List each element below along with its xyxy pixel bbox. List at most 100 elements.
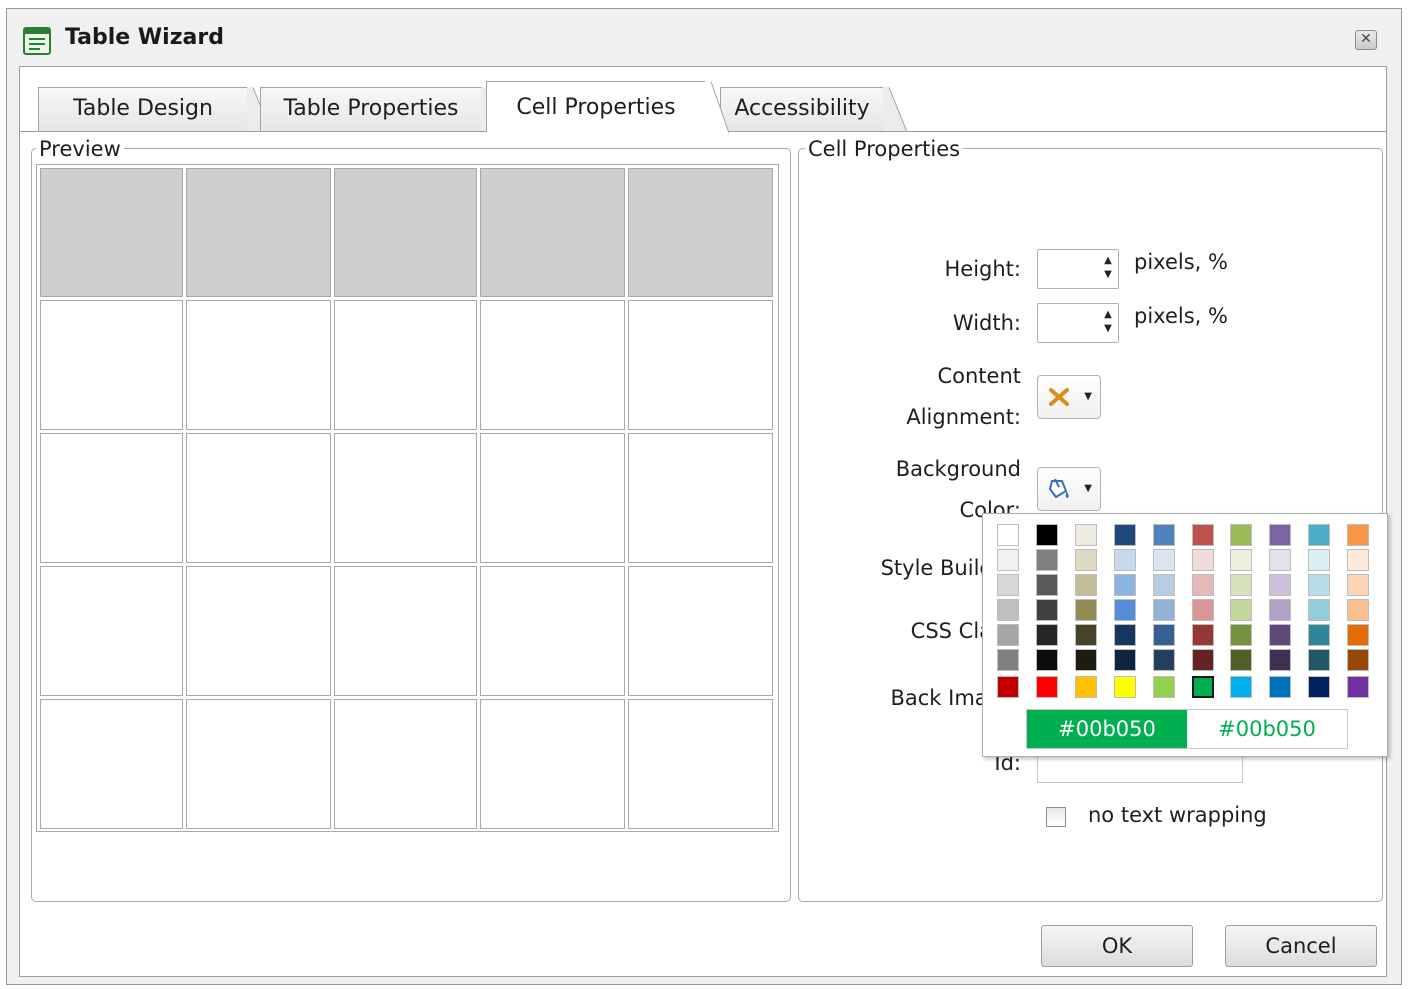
- height-label: Height:: [944, 257, 1022, 281]
- color-swatch[interactable]: [1308, 524, 1330, 546]
- color-swatch[interactable]: [997, 599, 1019, 621]
- color-swatch[interactable]: [1036, 574, 1058, 596]
- tab-accessibility[interactable]: Accessibility: [720, 87, 907, 132]
- color-swatch[interactable]: [1347, 574, 1369, 596]
- color-swatch[interactable]: [1230, 624, 1252, 646]
- color-swatch[interactable]: [1347, 649, 1369, 671]
- color-swatch[interactable]: [1192, 599, 1214, 621]
- tab-table-properties[interactable]: Table Properties: [260, 87, 505, 132]
- content-alignment-dropdown[interactable]: ▼: [1037, 375, 1101, 419]
- color-swatch[interactable]: [1114, 624, 1136, 646]
- color-swatch[interactable]: [1347, 599, 1369, 621]
- height-input[interactable]: ▲ ▼: [1037, 249, 1119, 289]
- color-swatch[interactable]: [1269, 524, 1291, 546]
- selected-color-display: #00b050 #00b050: [1026, 709, 1348, 749]
- standard-color-swatch[interactable]: [1153, 676, 1175, 698]
- color-swatch[interactable]: [1308, 549, 1330, 571]
- color-swatch[interactable]: [1075, 624, 1097, 646]
- color-swatch[interactable]: [1230, 574, 1252, 596]
- cancel-button[interactable]: Cancel: [1225, 925, 1377, 967]
- color-swatch[interactable]: [1075, 649, 1097, 671]
- color-swatch[interactable]: [1153, 649, 1175, 671]
- no-text-wrapping-checkbox[interactable]: [1046, 807, 1066, 827]
- no-text-wrapping-label: no text wrapping: [1088, 803, 1267, 827]
- color-swatch[interactable]: [1347, 524, 1369, 546]
- height-spin-arrows[interactable]: ▲ ▼: [1102, 254, 1114, 282]
- color-swatch[interactable]: [1308, 599, 1330, 621]
- color-swatch[interactable]: [1153, 624, 1175, 646]
- color-swatch[interactable]: [1308, 574, 1330, 596]
- ok-button[interactable]: OK: [1041, 925, 1193, 967]
- preview-cell: [334, 566, 477, 696]
- standard-color-swatch[interactable]: [1114, 676, 1136, 698]
- content-alignment-label-1: Content: [937, 364, 1021, 388]
- width-spin-arrows[interactable]: ▲ ▼: [1102, 308, 1114, 336]
- preview-header-cell: [186, 168, 331, 297]
- color-swatch[interactable]: [1308, 624, 1330, 646]
- color-swatch[interactable]: [1036, 649, 1058, 671]
- color-swatch[interactable]: [1114, 549, 1136, 571]
- color-swatch[interactable]: [1192, 649, 1214, 671]
- tab-table-design[interactable]: Table Design: [38, 87, 271, 132]
- color-swatch[interactable]: [1230, 649, 1252, 671]
- color-swatch[interactable]: [1269, 649, 1291, 671]
- preview-cell: [40, 300, 183, 430]
- color-swatch[interactable]: [1192, 524, 1214, 546]
- color-swatch[interactable]: [1036, 599, 1058, 621]
- standard-color-swatch[interactable]: [1230, 676, 1252, 698]
- preview-cell: [334, 433, 477, 563]
- color-swatch[interactable]: [1075, 549, 1097, 571]
- close-button[interactable]: ✕: [1355, 30, 1377, 50]
- color-swatch[interactable]: [1230, 524, 1252, 546]
- tab-cell-properties[interactable]: Cell Properties: [486, 81, 729, 133]
- color-swatch[interactable]: [997, 549, 1019, 571]
- color-swatch[interactable]: [1036, 549, 1058, 571]
- color-swatch[interactable]: [1192, 574, 1214, 596]
- preview-cell: [40, 566, 183, 696]
- tab-label: Table Properties: [283, 96, 459, 121]
- color-swatch[interactable]: [1308, 649, 1330, 671]
- preview-cell: [480, 433, 625, 563]
- tab-edge: [883, 87, 907, 132]
- color-swatch[interactable]: [997, 624, 1019, 646]
- background-color-dropdown[interactable]: ▼: [1037, 467, 1101, 511]
- color-swatch[interactable]: [1114, 524, 1136, 546]
- color-swatch[interactable]: [1269, 624, 1291, 646]
- color-swatch[interactable]: [1075, 574, 1097, 596]
- standard-color-swatch[interactable]: [1075, 676, 1097, 698]
- color-swatch[interactable]: [1347, 624, 1369, 646]
- color-swatch[interactable]: [1114, 649, 1136, 671]
- color-swatch[interactable]: [1269, 574, 1291, 596]
- color-swatch[interactable]: [1192, 624, 1214, 646]
- color-swatch[interactable]: [1114, 574, 1136, 596]
- paint-bucket-icon: [1048, 478, 1069, 499]
- color-swatch[interactable]: [1153, 549, 1175, 571]
- preview-cell: [40, 433, 183, 563]
- color-swatch[interactable]: [1153, 574, 1175, 596]
- color-swatch[interactable]: [1153, 599, 1175, 621]
- color-swatch[interactable]: [1153, 524, 1175, 546]
- standard-color-swatch[interactable]: [1347, 676, 1369, 698]
- color-swatch[interactable]: [1269, 599, 1291, 621]
- color-swatch[interactable]: [1036, 524, 1058, 546]
- color-swatch[interactable]: [1114, 599, 1136, 621]
- standard-color-swatch[interactable]: [997, 676, 1019, 698]
- color-swatch[interactable]: [1347, 549, 1369, 571]
- color-swatch[interactable]: [997, 524, 1019, 546]
- standard-color-swatch[interactable]: [1036, 676, 1058, 698]
- color-swatch[interactable]: [1230, 549, 1252, 571]
- color-swatch[interactable]: [997, 649, 1019, 671]
- color-swatch[interactable]: [1269, 549, 1291, 571]
- tab-edge: [705, 81, 729, 133]
- color-swatch[interactable]: [1075, 524, 1097, 546]
- color-swatch[interactable]: [1075, 599, 1097, 621]
- color-swatch[interactable]: [1036, 624, 1058, 646]
- content-alignment-label-2: Alignment:: [906, 405, 1021, 429]
- standard-color-swatch[interactable]: [1192, 676, 1214, 698]
- color-swatch[interactable]: [1192, 549, 1214, 571]
- color-swatch[interactable]: [1230, 599, 1252, 621]
- standard-color-swatch[interactable]: [1269, 676, 1291, 698]
- standard-color-swatch[interactable]: [1308, 676, 1330, 698]
- width-input[interactable]: ▲ ▼: [1037, 303, 1119, 343]
- color-swatch[interactable]: [997, 574, 1019, 596]
